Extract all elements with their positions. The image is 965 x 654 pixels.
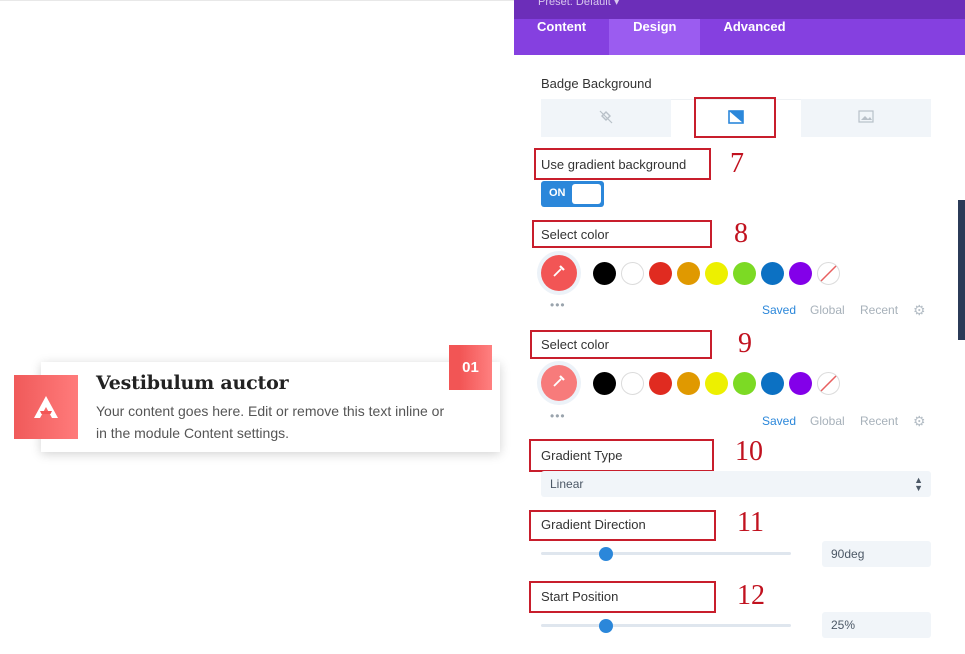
card-title[interactable]: Vestibulum auctor: [96, 372, 289, 394]
start-position-slider[interactable]: [541, 624, 791, 627]
number-badge: 01: [449, 345, 492, 390]
annotation-number-7: 7: [730, 148, 744, 179]
color-picker-button-1[interactable]: [541, 255, 577, 291]
swatch-orange[interactable]: [677, 372, 700, 395]
gradient-type-value: Linear: [550, 477, 584, 491]
toggle-knob: [572, 184, 601, 204]
palette-tab-global-2[interactable]: Global: [810, 414, 845, 428]
start-position-slider-handle[interactable]: [599, 619, 613, 633]
annotation-number-10: 10: [735, 436, 763, 467]
gear-icon-1[interactable]: ⚙: [913, 302, 926, 319]
swatch-blue[interactable]: [761, 372, 784, 395]
palette-tab-recent-1[interactable]: Recent: [860, 303, 898, 317]
annotation-box-11: [529, 510, 716, 541]
palette-tab-global-1[interactable]: Global: [810, 303, 845, 317]
swatch-green[interactable]: [733, 372, 756, 395]
swatch-yellow[interactable]: [705, 372, 728, 395]
swatch-blue[interactable]: [761, 262, 784, 285]
annotation-box-9: [530, 330, 712, 359]
start-position-input[interactable]: 25%: [822, 612, 931, 638]
tab-advanced[interactable]: Advanced: [700, 19, 808, 55]
swatch-black[interactable]: [593, 262, 616, 285]
swatch-transparent-icon[interactable]: [817, 372, 840, 395]
paint-bucket-icon: [599, 110, 613, 127]
swatch-orange[interactable]: [677, 262, 700, 285]
tab-content[interactable]: Content: [514, 19, 609, 55]
bg-tab-image[interactable]: [801, 99, 931, 137]
swatch-white[interactable]: [621, 372, 644, 395]
color-picker-button-2[interactable]: [541, 365, 577, 401]
swatch-purple[interactable]: [789, 372, 812, 395]
badge-background-label: Badge Background: [541, 76, 652, 91]
gradient-direction-slider-handle[interactable]: [599, 547, 613, 561]
swatch-transparent-icon[interactable]: [817, 262, 840, 285]
card-body-text[interactable]: Your content goes here. Edit or remove t…: [96, 400, 456, 444]
swatch-purple[interactable]: [789, 262, 812, 285]
annotation-box-7: [534, 148, 711, 180]
more-dots-icon-2[interactable]: •••: [550, 409, 566, 423]
palette-tab-recent-2[interactable]: Recent: [860, 414, 898, 428]
annotation-number-9: 9: [738, 328, 752, 359]
preset-selector[interactable]: Preset: Default ▾: [514, 0, 965, 19]
select-arrows-icon: ▲ ▼: [914, 475, 923, 493]
annotation-box-10: [529, 439, 714, 472]
palette-tab-saved-1[interactable]: Saved: [762, 303, 796, 317]
tab-design[interactable]: Design: [609, 19, 701, 55]
gradient-direction-slider[interactable]: [541, 552, 791, 555]
swatch-red[interactable]: [649, 372, 672, 395]
gradient-direction-input[interactable]: 90deg: [822, 541, 931, 567]
eyedropper-icon: [552, 264, 566, 283]
gradient-type-select[interactable]: Linear ▲ ▼: [541, 471, 931, 497]
annotation-box-8: [532, 220, 712, 248]
swatch-black[interactable]: [593, 372, 616, 395]
bg-tab-color[interactable]: [541, 99, 671, 137]
gear-icon-2[interactable]: ⚙: [913, 413, 926, 430]
image-icon: [858, 110, 874, 126]
annotation-number-11: 11: [737, 507, 764, 538]
swatch-white[interactable]: [621, 262, 644, 285]
gradient-toggle[interactable]: ON: [541, 181, 604, 207]
panel-scrollbar[interactable]: [958, 200, 965, 340]
settings-tabs: Content Design Advanced: [514, 19, 965, 55]
annotation-number-8: 8: [734, 218, 748, 249]
eyedropper-icon: [552, 374, 566, 393]
annotation-box-gradient-tab: [694, 97, 776, 138]
swatch-red[interactable]: [649, 262, 672, 285]
annotation-box-12: [529, 581, 716, 613]
logo-triangle-icon: [14, 375, 78, 439]
toggle-state-label: ON: [549, 187, 566, 199]
module-preview: [0, 0, 514, 654]
swatch-green[interactable]: [733, 262, 756, 285]
annotation-number-12: 12: [737, 580, 765, 611]
swatch-yellow[interactable]: [705, 262, 728, 285]
more-dots-icon-1[interactable]: •••: [550, 298, 566, 312]
palette-tab-saved-2[interactable]: Saved: [762, 414, 796, 428]
